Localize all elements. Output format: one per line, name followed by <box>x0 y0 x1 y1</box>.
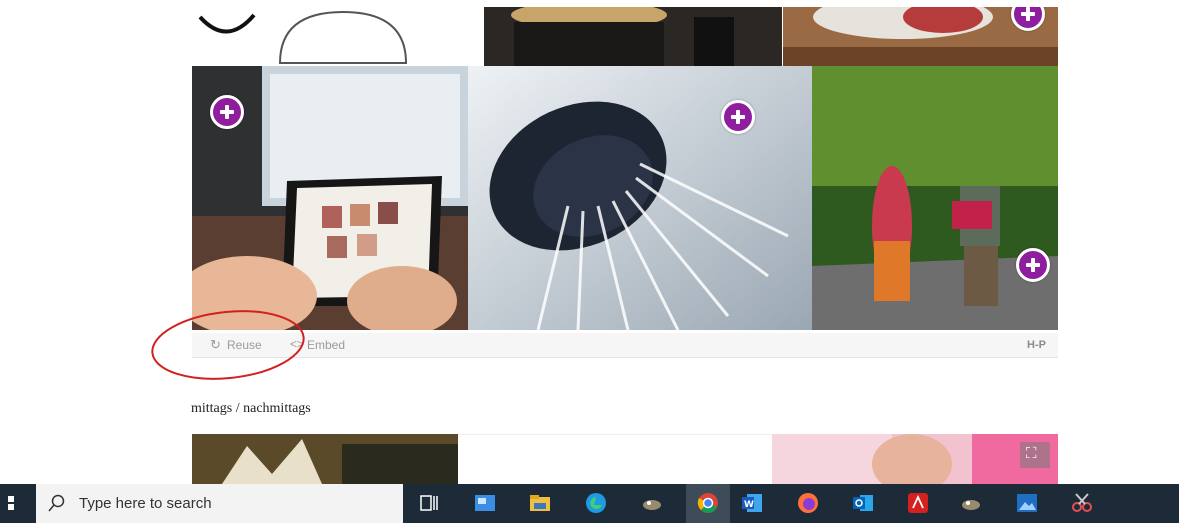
couple-walking-image <box>812 66 1058 330</box>
edge-icon[interactable] <box>585 492 607 514</box>
image-tile-couple-walking[interactable] <box>812 66 1058 330</box>
bread-basket-image <box>192 434 458 484</box>
word-icon[interactable]: W <box>741 492 763 514</box>
search-placeholder: Type here to search <box>79 495 212 512</box>
plate-drawing-image <box>198 10 408 64</box>
coffee-machine-image <box>484 7 782 66</box>
start-button[interactable] <box>0 484 36 523</box>
search-box[interactable]: Type here to search <box>36 484 403 523</box>
gimp-icon-2[interactable] <box>960 492 982 514</box>
image-tile-coffee-machine[interactable] <box>484 7 782 66</box>
acrobat-icon[interactable] <box>907 492 929 514</box>
h5p-action-bar: ↻ Reuse <> Embed H-P <box>192 333 1058 358</box>
image-tile-bread[interactable] <box>783 7 1058 66</box>
image-tile-tablet[interactable] <box>192 66 468 330</box>
news-icon[interactable] <box>474 492 496 514</box>
file-explorer-icon[interactable] <box>529 492 551 514</box>
fullscreen-icon: ⛶ <box>1026 445 1037 462</box>
gimp-icon[interactable] <box>641 492 663 514</box>
section-title: mittags / nachmittags <box>191 401 311 416</box>
image-tile-plate-drawing[interactable] <box>192 7 484 66</box>
image-tile-blank <box>458 434 772 485</box>
firefox-icon[interactable] <box>797 492 819 514</box>
shower-image <box>468 66 812 330</box>
outlook-icon[interactable] <box>852 492 874 514</box>
add-button[interactable] <box>1016 248 1050 282</box>
photos-icon[interactable] <box>1016 492 1038 514</box>
windows-taskbar: Type here to search W <box>0 484 1179 523</box>
task-view-icon[interactable] <box>418 492 440 514</box>
windows-logo-icon <box>8 496 14 510</box>
svg-text:W: W <box>744 500 754 510</box>
annotation-circle <box>151 310 305 380</box>
add-button[interactable] <box>210 95 244 129</box>
add-button[interactable] <box>721 100 755 134</box>
snipping-tool-icon[interactable] <box>1071 492 1093 514</box>
image-tile-shower[interactable] <box>468 66 812 330</box>
search-icon <box>48 494 65 512</box>
fullscreen-button[interactable]: ⛶ <box>1020 442 1050 468</box>
image-tile-person-pink[interactable]: ⛶ <box>772 434 1058 484</box>
person-pink-image <box>772 434 1058 484</box>
chrome-icon[interactable] <box>697 492 719 514</box>
h5p-logo[interactable]: H-P <box>1027 339 1046 351</box>
image-tile-bread-basket[interactable] <box>192 434 458 484</box>
